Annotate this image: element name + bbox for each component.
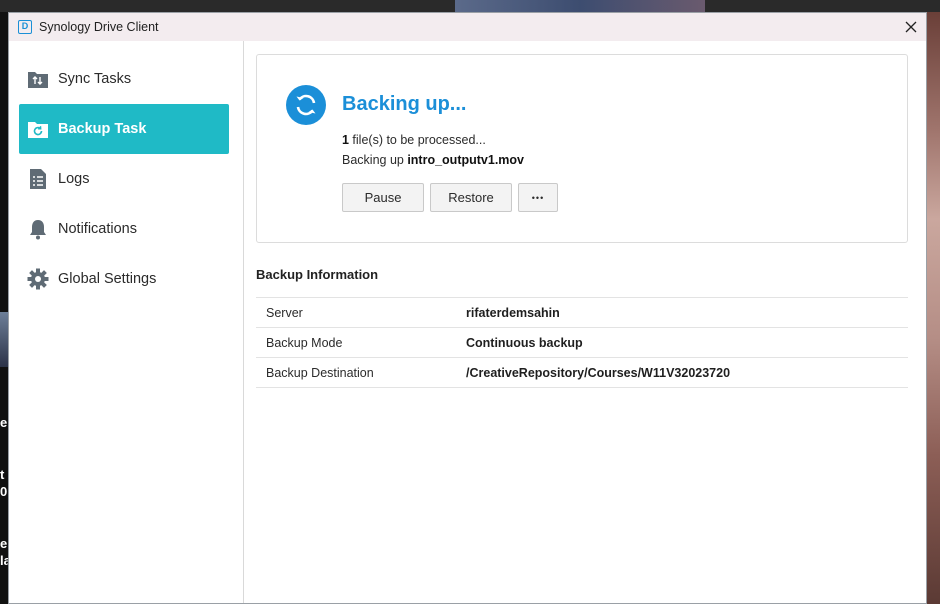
background-text: e (0, 415, 8, 430)
info-key: Backup Destination (266, 366, 374, 380)
gear-icon (27, 268, 49, 290)
app-window: D Synology Drive Client Sync Tasks Backu… (8, 12, 927, 604)
info-key: Backup Mode (266, 336, 343, 350)
restore-button[interactable]: Restore (430, 183, 512, 212)
bell-icon (27, 218, 49, 240)
files-count: 1 (342, 133, 349, 147)
sync-tasks-icon (27, 68, 49, 90)
info-value: /CreativeRepository/Courses/W11V32023720 (466, 366, 731, 380)
backup-information-title: Backup Information (256, 267, 379, 282)
info-key: Server (266, 306, 303, 320)
close-button[interactable] (896, 13, 926, 41)
files-to-process: 1 file(s) to be processed... (342, 133, 486, 147)
table-row: Backup Destination /CreativeRepository/C… (256, 357, 908, 388)
backup-status-card: Backing up... 1 file(s) to be processed.… (256, 54, 908, 243)
sidebar-item-label: Logs (58, 171, 90, 187)
status-title: Backing up... (342, 93, 467, 115)
desktop-thumbnail-left (0, 312, 8, 367)
background-text: e (0, 536, 8, 551)
sidebar-item-backup-task[interactable]: Backup Task (19, 104, 229, 154)
sidebar-item-label: Notifications (58, 221, 137, 237)
sync-progress-icon (286, 85, 326, 125)
sidebar-item-label: Sync Tasks (58, 71, 132, 87)
pause-button[interactable]: Pause (342, 183, 424, 212)
desktop-thumbnail (455, 0, 705, 12)
table-row: Backup Mode Continuous backup (256, 327, 908, 357)
title-bar[interactable]: D Synology Drive Client (9, 13, 926, 41)
sidebar-item-label: Backup Task (58, 121, 147, 137)
desktop-background-top (0, 0, 940, 12)
background-text: t (0, 467, 5, 482)
sidebar-item-label: Global Settings (58, 271, 157, 287)
more-options-button[interactable]: ••• (518, 183, 558, 212)
desktop-background-left: e t 0 e la (0, 12, 8, 604)
backup-task-icon (27, 118, 49, 140)
backing-prefix: Backing up (342, 153, 408, 167)
logs-icon (27, 168, 49, 190)
current-file-line: Backing up intro_outputv1.mov (342, 153, 524, 167)
app-logo-icon: D (18, 20, 32, 34)
info-value: rifaterdemsahin (466, 306, 560, 320)
window-title: Synology Drive Client (39, 20, 159, 34)
sidebar-item-sync-tasks[interactable]: Sync Tasks (19, 54, 229, 104)
desktop-background-right (927, 12, 940, 604)
sidebar-item-notifications[interactable]: Notifications (19, 204, 229, 254)
current-file-name: intro_outputv1.mov (407, 153, 524, 167)
sidebar-item-global-settings[interactable]: Global Settings (19, 254, 229, 304)
files-text: file(s) to be processed... (348, 133, 486, 147)
info-value: Continuous backup (466, 336, 583, 350)
backup-info-table: Server rifaterdemsahin Backup Mode Conti… (256, 297, 908, 388)
background-text: 0 (0, 484, 8, 499)
sidebar: Sync Tasks Backup Task Logs Notification… (9, 41, 244, 603)
close-icon (905, 21, 917, 33)
main-panel: Backing up... 1 file(s) to be processed.… (256, 41, 908, 601)
background-text: la (0, 553, 8, 568)
table-row: Server rifaterdemsahin (256, 297, 908, 327)
sidebar-item-logs[interactable]: Logs (19, 154, 229, 204)
